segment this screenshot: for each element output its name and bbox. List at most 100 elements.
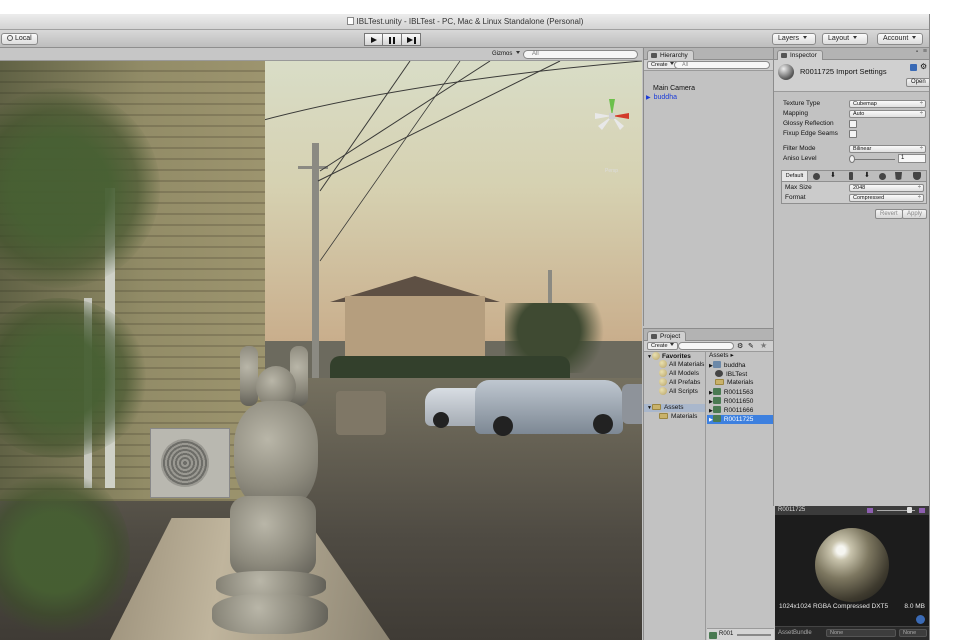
texture-icon: [709, 632, 717, 639]
tab-project[interactable]: Project: [647, 331, 687, 341]
platform-console-icon[interactable]: [879, 173, 886, 180]
inspector-tab-row: Inspector ▪ ≡: [774, 48, 929, 60]
step-button[interactable]: [402, 33, 421, 46]
tab-label: Inspector: [790, 52, 817, 59]
cubemap-preview-sphere[interactable]: [815, 528, 889, 602]
main-toolbar: Local Layers Layout Account: [0, 30, 929, 48]
layers-dropdown[interactable]: Layers: [772, 33, 816, 45]
tab-hierarchy[interactable]: Hierarchy: [647, 50, 694, 60]
fixup-edge-seams-checkbox[interactable]: [849, 130, 857, 138]
mip-icon[interactable]: [867, 508, 873, 513]
max-size-dropdown[interactable]: 2048: [849, 184, 924, 192]
platform-tab-row: Default ⬇ ⬇: [781, 170, 927, 182]
favorite-star-icon[interactable]: ★: [760, 341, 767, 350]
tab-default-platform[interactable]: Default: [782, 171, 808, 181]
create-label: Create: [651, 62, 668, 68]
filter-label-icon[interactable]: ✎: [748, 342, 754, 350]
file-item[interactable]: Materials: [715, 379, 753, 387]
filter-mode-dropdown[interactable]: Bilinear: [849, 145, 926, 153]
layout-dropdown[interactable]: Layout: [822, 33, 868, 45]
wheel: [433, 412, 449, 428]
pivot-space-toggle[interactable]: Local: [1, 33, 38, 45]
breadcrumb[interactable]: Assets ▸: [709, 352, 734, 360]
file-item[interactable]: IBLTest: [715, 370, 747, 379]
favorite-item[interactable]: All Prefabs: [659, 378, 700, 387]
platform-download-icon[interactable]: ⬇: [864, 171, 870, 179]
chevron-down-icon: [516, 51, 521, 54]
file-item[interactable]: ▶ R0011563: [709, 388, 753, 397]
aniso-level-input[interactable]: 1: [898, 154, 926, 163]
silver-car: [475, 380, 623, 436]
assetbundle-dropdown[interactable]: None: [826, 629, 896, 637]
lock-icon[interactable]: ▪: [916, 49, 918, 55]
scene-view[interactable]: Gizmos All Persp: [0, 48, 642, 640]
account-dropdown[interactable]: Account: [877, 33, 923, 45]
create-dropdown[interactable]: Create: [647, 61, 678, 69]
texture-type-label: Texture Type: [783, 100, 821, 107]
project-search-input[interactable]: [678, 342, 734, 350]
panel-menu-icon[interactable]: ≡: [923, 48, 927, 55]
file-item[interactable]: ▶ R0011650: [709, 397, 753, 406]
platform-shield-icon[interactable]: [913, 172, 921, 180]
icon-size-slider[interactable]: [737, 634, 771, 636]
mapping-dropdown[interactable]: Auto: [849, 110, 926, 118]
assets-tree-item[interactable]: ▼ Assets: [644, 404, 705, 412]
pause-button[interactable]: [383, 33, 402, 46]
apply-button[interactable]: Apply: [902, 209, 928, 219]
file-label: IBLTest: [726, 371, 748, 378]
platform-standalone-icon[interactable]: [813, 173, 820, 180]
project-subbar: Create ⚙ ✎ ★: [644, 341, 773, 352]
favorite-label: All Models: [669, 370, 699, 377]
assetbundle-variant-dropdown[interactable]: None: [899, 629, 927, 637]
hierarchy-item-buddha[interactable]: ▶ buddha: [646, 94, 677, 102]
filter-type-icon[interactable]: ⚙: [737, 342, 743, 350]
preview-mip-slider-thumb[interactable]: [907, 507, 912, 513]
gizmos-dropdown[interactable]: Gizmos: [492, 50, 521, 58]
help-book-icon[interactable]: [910, 64, 917, 71]
hierarchy-item-main-camera[interactable]: Main Camera: [653, 85, 695, 93]
platform-mobile-icon[interactable]: [849, 172, 853, 180]
tab-inspector[interactable]: Inspector: [777, 50, 823, 60]
favorite-item[interactable]: All Models: [659, 369, 699, 378]
revert-button[interactable]: Revert: [875, 209, 903, 219]
file-item[interactable]: ▶ buddha: [709, 361, 746, 370]
aniso-slider-track[interactable]: [851, 159, 895, 160]
orientation-gizmo-icon[interactable]: [592, 96, 632, 136]
texture-icon: [712, 397, 721, 404]
platform-download-icon[interactable]: ⬇: [830, 171, 836, 179]
platform-html5-icon[interactable]: [895, 172, 902, 180]
create-dropdown[interactable]: Create: [647, 342, 678, 350]
projection-label[interactable]: Persp: [605, 168, 618, 174]
gear-icon[interactable]: ⚙: [920, 62, 927, 71]
expand-arrow-icon[interactable]: ▶: [646, 95, 651, 101]
texture-type-dropdown[interactable]: Cubemap: [849, 100, 926, 108]
playback-controls: [364, 33, 421, 46]
favorite-item[interactable]: All Scripts: [659, 387, 698, 396]
favorite-item[interactable]: All Materials: [659, 360, 704, 369]
account-label: Account: [883, 35, 909, 42]
search-folder-icon: [659, 360, 667, 368]
materials-tree-item[interactable]: Materials: [659, 413, 697, 421]
preview-info: 1024x1024 RGBA Compressed DXT5: [779, 603, 889, 610]
format-dropdown[interactable]: Compressed: [849, 194, 924, 202]
list-icon: [651, 53, 657, 58]
buddha-model[interactable]: [210, 346, 330, 636]
hierarchy-search-input[interactable]: All: [674, 61, 770, 69]
file-item[interactable]: ▶ R0011666: [709, 406, 753, 415]
open-button[interactable]: Open: [906, 78, 929, 87]
filter-mode-label: Filter Mode: [783, 145, 816, 152]
aniso-slider-thumb[interactable]: [849, 155, 855, 163]
glossy-reflection-checkbox[interactable]: [849, 120, 857, 128]
texture-icon: [712, 388, 721, 395]
chevron-down-icon: [853, 36, 858, 39]
file-item-selected[interactable]: ▶ R0011725: [707, 415, 773, 424]
chevron-down-icon: [669, 62, 674, 65]
project-panel: Project Create ⚙ ✎ ★ ▼ Favorites All Mate…: [643, 328, 774, 640]
exposure-icon[interactable]: [919, 508, 925, 513]
scene-search-input[interactable]: All: [523, 50, 638, 59]
window-title: IBLTest.unity - IBLTest - PC, Mac & Linu…: [356, 17, 584, 26]
fixup-edge-seams-label: Fixup Edge Seams: [783, 130, 838, 137]
project-file-list: Assets ▸ ▶ buddha IBLTest Materials ▶ R0011…: [707, 352, 774, 640]
tab-label: Project: [660, 333, 681, 340]
play-button[interactable]: [364, 33, 383, 46]
